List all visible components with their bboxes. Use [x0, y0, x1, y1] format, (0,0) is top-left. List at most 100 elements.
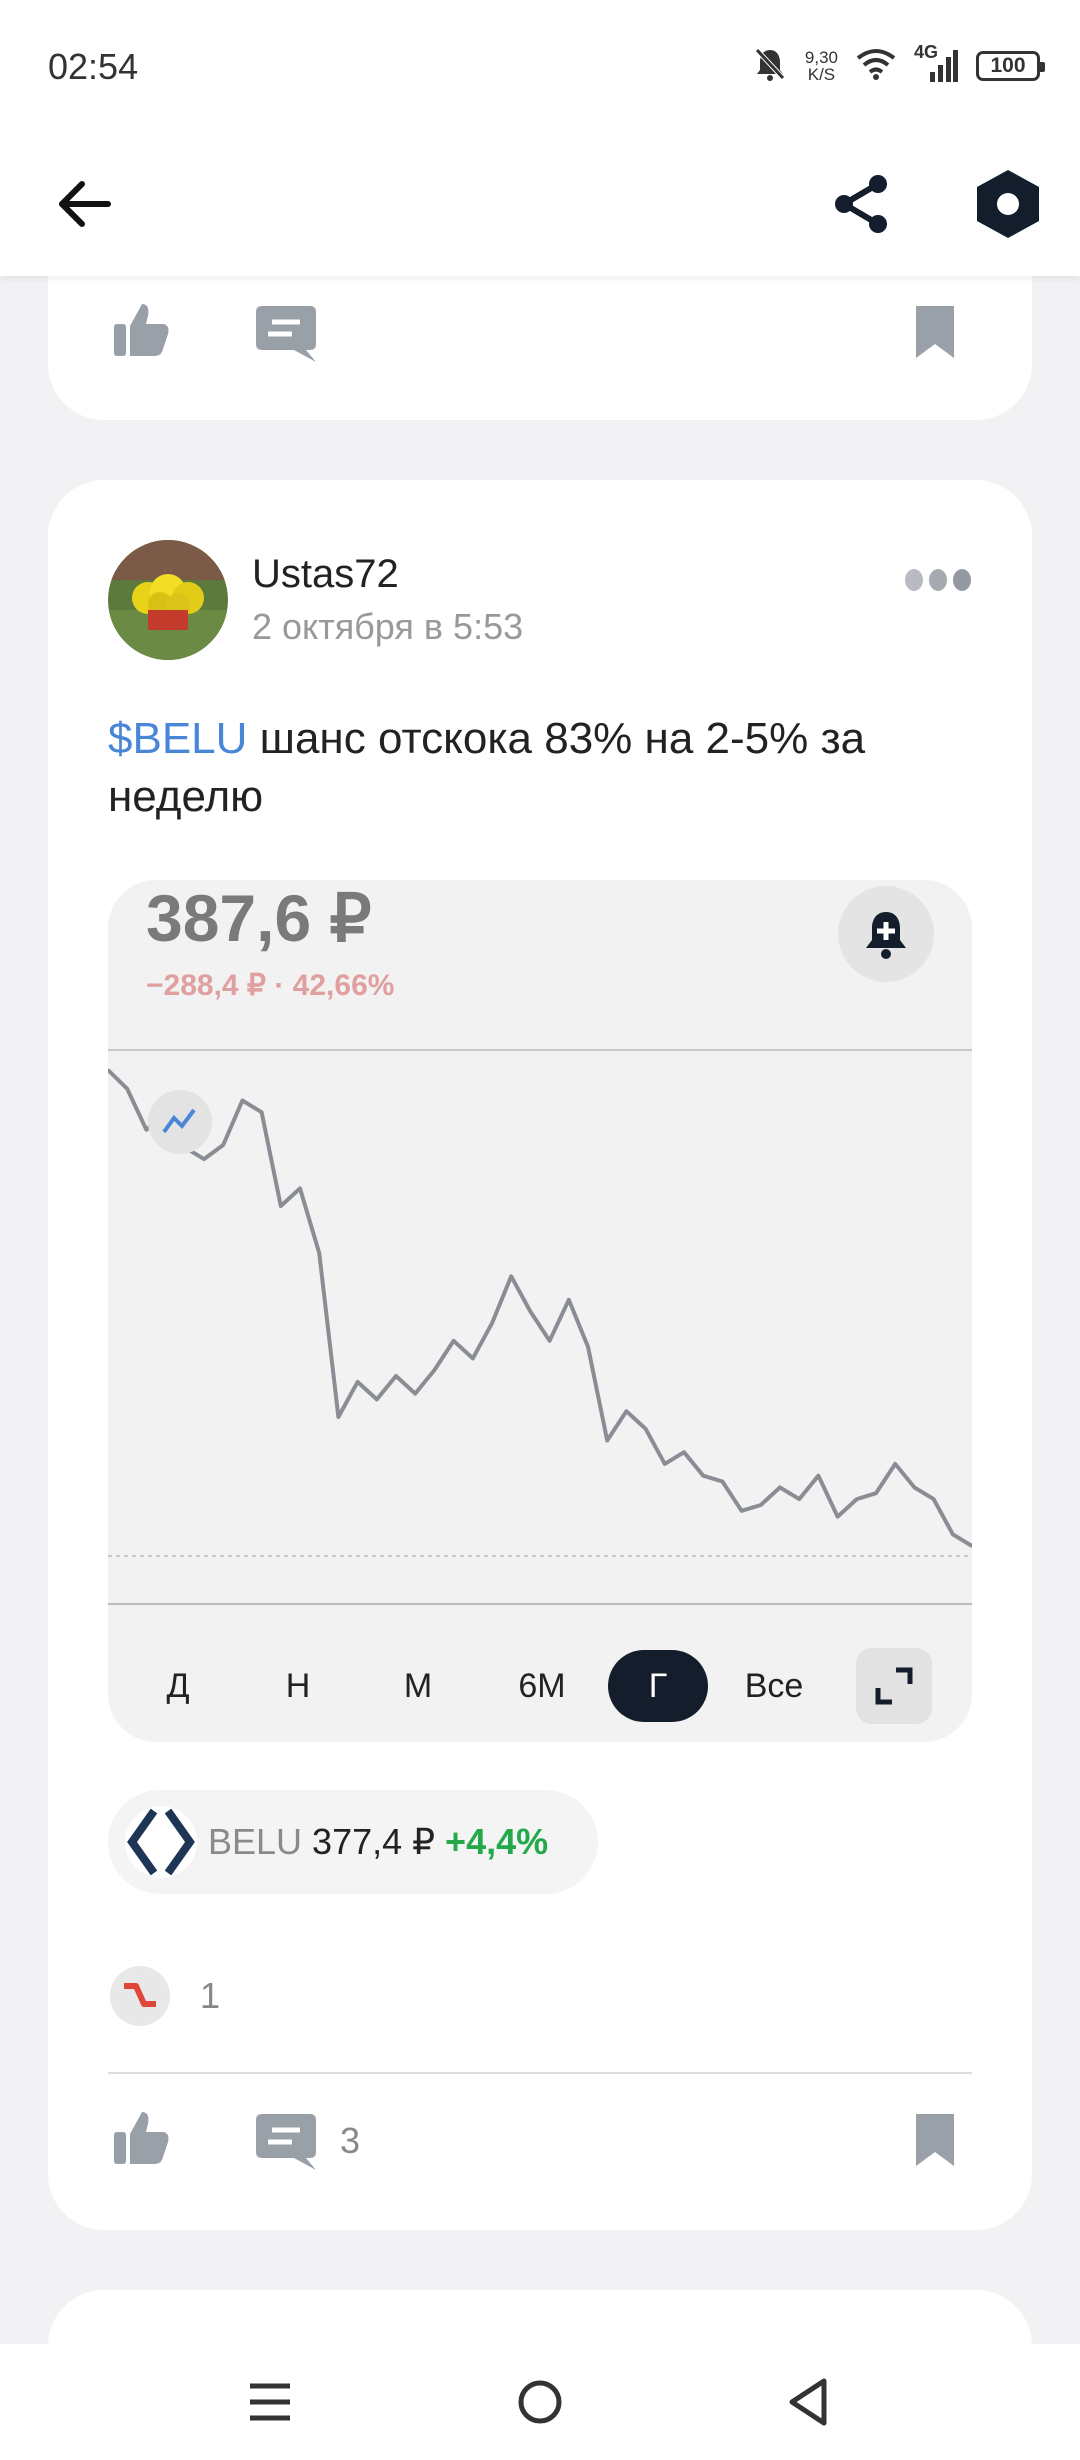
price-point — [375, 1397, 379, 1401]
menu-nav-button[interactable] — [234, 2366, 306, 2438]
comment-button[interactable]: 3 — [254, 2110, 360, 2172]
period-day[interactable]: Д — [142, 1650, 214, 1722]
belu-logo-icon — [125, 1806, 197, 1878]
divider — [108, 2072, 972, 2074]
status-time: 02:54 — [48, 46, 139, 87]
author-name[interactable]: Ustas72 — [252, 552, 399, 597]
comment-button[interactable] — [254, 302, 318, 364]
ticker-pill[interactable]: BELU 377,4 ₽ +4,4% — [108, 1790, 598, 1894]
price-point — [644, 1427, 648, 1431]
back-nav-button[interactable] — [772, 2366, 844, 2438]
price-chart-widget: 387,6 ₽ −288,4 ₽ · 42,66% Д Н М 6М Г Все — [108, 880, 972, 1742]
price-point — [855, 1497, 859, 1501]
share-icon — [835, 175, 887, 233]
price-point — [452, 1339, 456, 1343]
price-point — [260, 1110, 264, 1114]
price-point — [874, 1491, 878, 1495]
thumbs-up-icon — [114, 304, 169, 356]
ticker-symbol: BELU — [208, 1821, 303, 1862]
period-week[interactable]: Н — [262, 1650, 334, 1722]
price-point — [778, 1485, 782, 1489]
bookmark-icon — [916, 2114, 954, 2166]
bearish-trend-icon — [110, 1966, 170, 2026]
comment-icon — [256, 306, 316, 362]
bookmark-button[interactable] — [914, 2112, 956, 2168]
battery-level: 100 — [990, 54, 1026, 77]
price-point — [298, 1186, 302, 1190]
price-point — [471, 1356, 475, 1360]
bell-muted-icon — [753, 46, 787, 87]
price-point — [740, 1509, 744, 1513]
status-bar: 02:54 9,30 K/S 4G 100 — [0, 0, 1080, 130]
period-all[interactable]: Все — [724, 1650, 824, 1722]
price-point — [413, 1392, 417, 1396]
hexagon-settings-icon — [977, 170, 1039, 238]
expand-chart-button[interactable] — [856, 1648, 932, 1724]
back-triangle-icon — [789, 2378, 827, 2426]
price-point — [432, 1368, 436, 1372]
reaction-count: 1 — [200, 1975, 221, 2016]
price-point — [912, 1485, 916, 1489]
avatar[interactable] — [108, 540, 228, 660]
trend-indicator-icon — [148, 1090, 212, 1154]
avatar-flowers-image — [108, 540, 228, 660]
period-month[interactable]: М — [382, 1650, 454, 1722]
more-dots-icon — [905, 569, 971, 591]
price-alert-button[interactable] — [838, 886, 934, 982]
price-point — [816, 1474, 820, 1478]
price-point — [394, 1374, 398, 1378]
price-point — [836, 1515, 840, 1519]
net-speed: 9,30 K/S — [805, 49, 838, 83]
status-icons: 9,30 K/S 4G 100 — [753, 42, 1045, 88]
home-circle-icon — [518, 2380, 562, 2424]
price-point — [221, 1143, 225, 1147]
price-point — [624, 1409, 628, 1413]
price-point — [720, 1480, 724, 1483]
share-button[interactable] — [824, 166, 900, 242]
bookmark-button[interactable] — [914, 304, 956, 360]
ticker-price: 377,4 ₽ — [312, 1821, 436, 1862]
thumbs-up-icon — [114, 2112, 169, 2164]
period-year[interactable]: Г — [608, 1650, 708, 1722]
price-point — [701, 1474, 705, 1478]
comments-count: 3 — [340, 2120, 361, 2161]
period-selector: Д Н М 6М Г Все — [108, 1648, 972, 1724]
more-options-button[interactable] — [904, 566, 972, 594]
price-point — [586, 1345, 590, 1349]
price-point — [125, 1087, 129, 1091]
price-point — [336, 1415, 340, 1419]
price-point — [317, 1251, 321, 1255]
settings-button[interactable] — [970, 166, 1046, 242]
reaction[interactable]: 1 — [110, 1966, 220, 2026]
period-6m[interactable]: 6М — [492, 1650, 592, 1722]
price-point — [682, 1450, 686, 1454]
current-price: 387,6 ₽ — [146, 881, 372, 955]
price-point — [202, 1157, 206, 1161]
price-point — [567, 1298, 571, 1302]
price-point — [509, 1274, 513, 1278]
price-point — [548, 1339, 552, 1343]
back-arrow-icon — [59, 181, 111, 227]
expand-icon — [875, 1667, 913, 1705]
back-button[interactable] — [46, 166, 122, 242]
price-point — [797, 1497, 801, 1501]
price-point — [279, 1204, 283, 1208]
battery-icon: 100 — [976, 51, 1045, 81]
net-speed-value: 9,30 — [804, 48, 838, 67]
ticker-change: +4,4% — [445, 1821, 549, 1862]
bell-plus-icon — [866, 912, 906, 959]
price-change: −288,4 ₽ · 42,66% — [146, 969, 395, 1002]
post-text: $BELU шанс отскока 83% на 2-5% за неделю — [108, 710, 968, 826]
price-point — [240, 1099, 244, 1102]
like-button[interactable] — [112, 2108, 172, 2168]
price-point — [490, 1321, 494, 1325]
menu-icon — [250, 2383, 290, 2421]
wifi-icon — [856, 48, 896, 85]
post-date: 2 октября в 5:53 — [252, 606, 524, 647]
price-point — [528, 1310, 532, 1313]
system-nav-bar — [0, 2344, 1080, 2460]
like-button[interactable] — [112, 300, 172, 360]
home-nav-button[interactable] — [504, 2366, 576, 2438]
price-series-line — [108, 1068, 972, 1548]
ticker-mention-link[interactable]: $BELU — [108, 714, 247, 763]
